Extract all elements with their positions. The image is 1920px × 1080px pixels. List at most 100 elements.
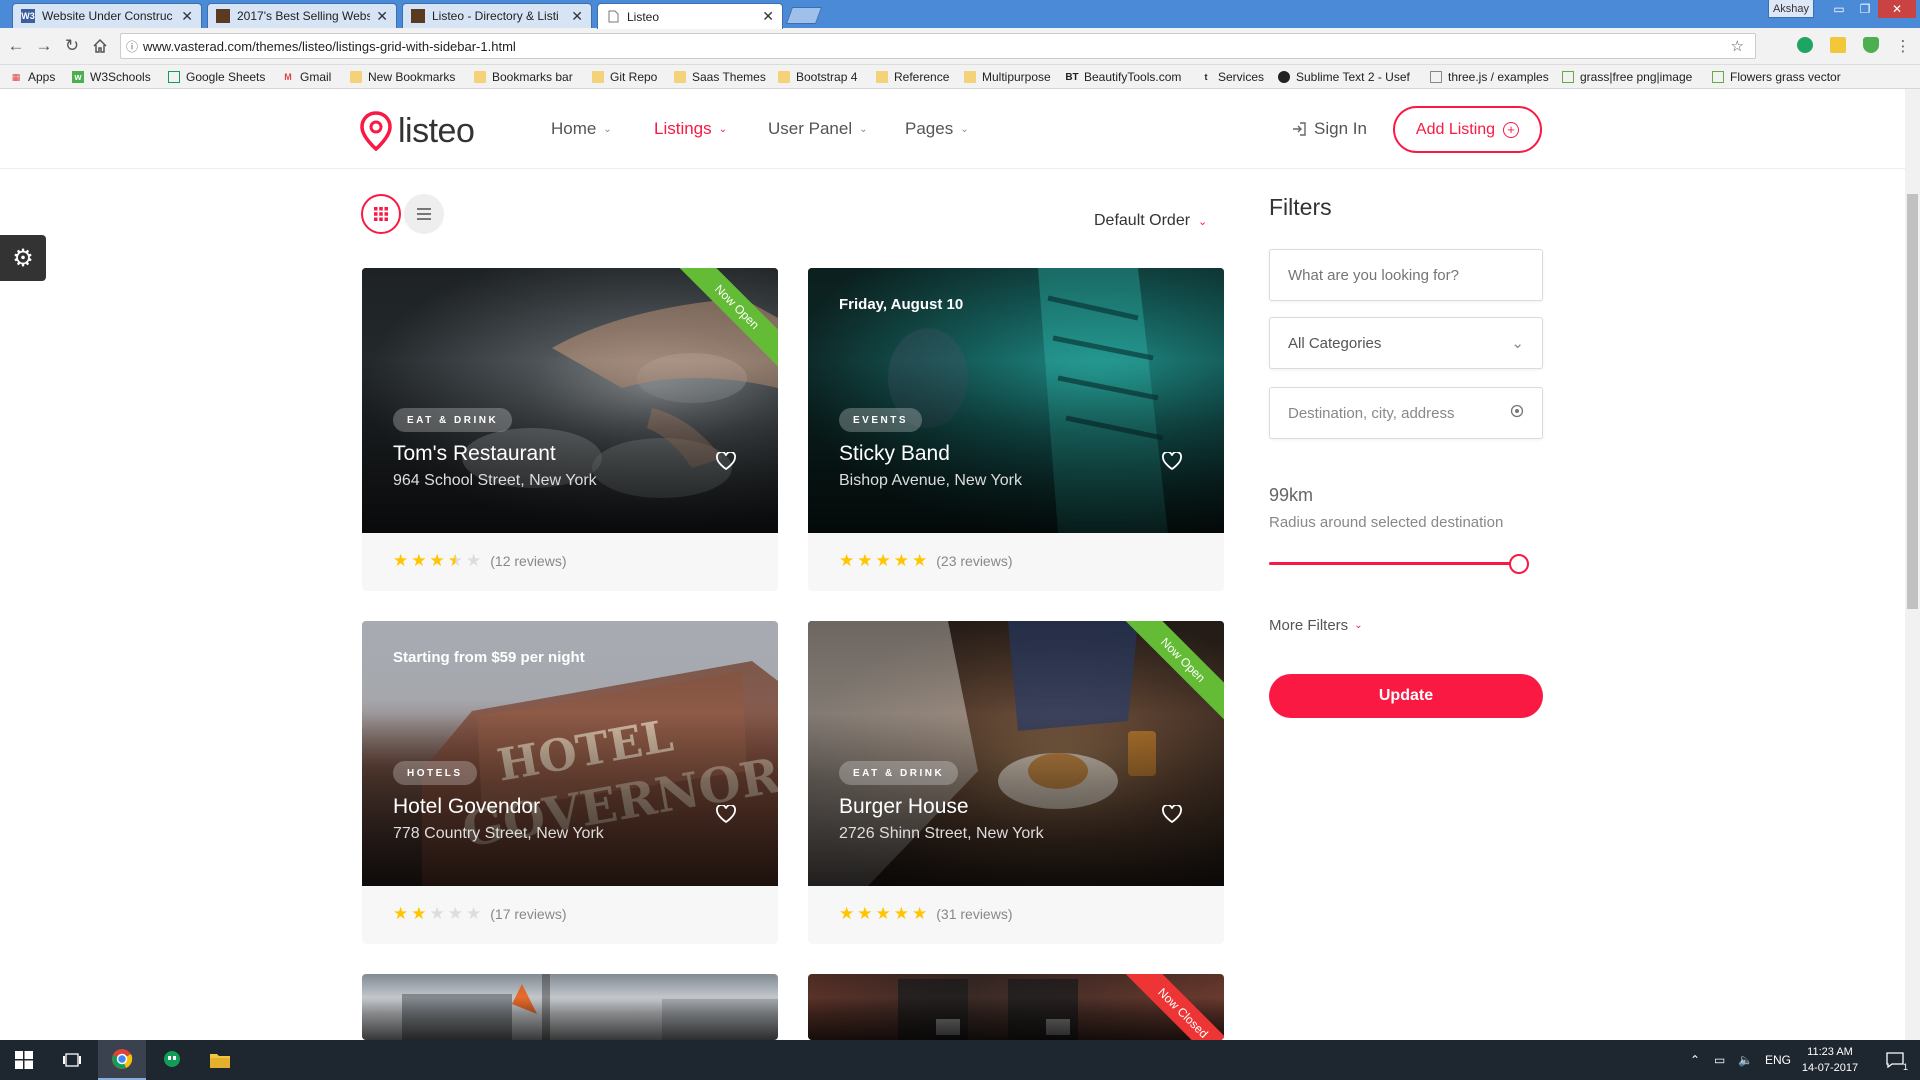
close-tab-icon[interactable]: ✕ bbox=[571, 8, 583, 25]
extension-green-icon[interactable] bbox=[1797, 37, 1813, 53]
bookmark-threejs[interactable]: three.js / examples bbox=[1430, 69, 1549, 85]
task-view-icon[interactable] bbox=[48, 1040, 96, 1080]
listing-card[interactable]: HOTEL GOVERNOR Starting from $59 per nig… bbox=[362, 621, 778, 944]
nav-user-panel[interactable]: User Panel ⌄ bbox=[768, 119, 868, 139]
window-close-icon[interactable]: ✕ bbox=[1878, 0, 1916, 18]
nav-home[interactable]: Home ⌄ bbox=[551, 119, 612, 139]
site-logo[interactable]: listeo bbox=[360, 111, 475, 151]
home-icon[interactable] bbox=[90, 36, 110, 56]
address-bar[interactable]: ⓘ www.vasterad.com/themes/listeo/listing… bbox=[120, 33, 1756, 59]
info-icon[interactable]: ⓘ bbox=[121, 38, 143, 55]
heart-icon[interactable] bbox=[1158, 800, 1186, 828]
nav-label: Pages bbox=[905, 119, 954, 138]
nav-listings[interactable]: Listings ⌄ bbox=[654, 119, 727, 139]
close-tab-icon[interactable]: ✕ bbox=[762, 8, 774, 25]
bookmark-label: Reference bbox=[894, 70, 950, 84]
bookmark-grass[interactable]: grass|free png|image bbox=[1562, 69, 1692, 85]
category-tag[interactable]: EVENTS bbox=[839, 408, 923, 432]
bookmark-beautifytools[interactable]: BT BeautifyTools.com bbox=[1065, 69, 1181, 85]
heart-icon[interactable] bbox=[1158, 447, 1186, 475]
keyword-search-input[interactable] bbox=[1269, 249, 1543, 301]
category-select[interactable]: All Categories ⌄ bbox=[1269, 317, 1543, 369]
hangouts-icon[interactable] bbox=[148, 1040, 196, 1080]
browser-tab-1[interactable]: W3 Website Under Construc ✕ bbox=[12, 3, 202, 28]
reload-icon[interactable]: ↻ bbox=[62, 36, 82, 56]
chrome-taskbar-icon[interactable] bbox=[98, 1040, 146, 1080]
close-tab-icon[interactable]: ✕ bbox=[376, 8, 388, 25]
bookmark-bookmarks-bar[interactable]: Bookmarks bar bbox=[474, 69, 573, 85]
add-listing-button[interactable]: Add Listing + bbox=[1393, 106, 1542, 153]
chrome-menu-icon[interactable]: ⋮ bbox=[1893, 36, 1913, 56]
sort-order-dropdown[interactable]: Default Order ⌄ bbox=[1094, 212, 1207, 230]
scrollbar-thumb[interactable] bbox=[1907, 194, 1918, 609]
bookmark-new-bookmarks[interactable]: New Bookmarks bbox=[350, 69, 455, 85]
network-icon[interactable]: ▭ bbox=[1714, 1040, 1725, 1080]
bookmark-reference[interactable]: Reference bbox=[876, 69, 949, 85]
listing-photo bbox=[362, 974, 778, 1040]
profile-button[interactable]: Akshay bbox=[1768, 0, 1814, 18]
action-center-icon[interactable]: 1 bbox=[1880, 1040, 1910, 1080]
minimize-icon[interactable]: ▭ bbox=[1826, 0, 1852, 18]
listing-title[interactable]: Burger House bbox=[839, 795, 969, 819]
list-view-button[interactable] bbox=[404, 194, 444, 234]
radius-slider-handle[interactable] bbox=[1509, 554, 1529, 574]
volume-icon[interactable]: 🔈 bbox=[1738, 1040, 1753, 1080]
language-indicator[interactable]: ENG bbox=[1765, 1040, 1791, 1080]
bookmark-gmail[interactable]: M Gmail bbox=[282, 69, 331, 85]
listing-title[interactable]: Tom's Restaurant bbox=[393, 442, 556, 466]
bookmark-services[interactable]: t Services bbox=[1200, 69, 1265, 85]
listing-card[interactable] bbox=[362, 974, 778, 1040]
listing-photo bbox=[362, 268, 778, 533]
category-tag[interactable]: EAT & DRINK bbox=[393, 408, 513, 432]
page-scrollbar[interactable] bbox=[1905, 89, 1920, 1040]
price-label: Starting from $59 per night bbox=[393, 649, 585, 666]
bookmark-multipurpose[interactable]: Multipurpose bbox=[964, 69, 1051, 85]
system-clock[interactable]: 11:23 AM 14-07-2017 bbox=[1795, 1044, 1865, 1076]
extension-star-icon[interactable] bbox=[1830, 37, 1846, 53]
bookmark-git-repo[interactable]: Git Repo bbox=[592, 69, 657, 85]
chevron-down-icon: ⌄ bbox=[1511, 335, 1524, 352]
file-explorer-icon[interactable] bbox=[196, 1040, 244, 1080]
browser-tab-active[interactable]: Listeo ✕ bbox=[597, 3, 783, 29]
chevron-down-icon: ⌄ bbox=[718, 123, 728, 135]
bookmark-w3schools[interactable]: w W3Schools bbox=[72, 69, 151, 85]
bookmark-star-icon[interactable]: ☆ bbox=[1731, 39, 1744, 54]
listing-card[interactable]: Now Closed bbox=[808, 974, 1224, 1040]
close-tab-icon[interactable]: ✕ bbox=[181, 8, 193, 25]
location-target-icon[interactable] bbox=[1510, 404, 1524, 422]
back-arrow-icon[interactable]: ← bbox=[6, 36, 26, 56]
restore-icon[interactable]: ❐ bbox=[1852, 0, 1878, 18]
location-input[interactable]: Destination, city, address bbox=[1269, 387, 1543, 439]
more-filters-toggle[interactable]: More Filters ⌄ bbox=[1269, 617, 1363, 634]
heart-icon[interactable] bbox=[712, 447, 740, 475]
sign-in-link[interactable]: Sign In bbox=[1291, 119, 1367, 139]
forward-arrow-icon[interactable]: → bbox=[34, 36, 54, 56]
update-button[interactable]: Update bbox=[1269, 674, 1543, 718]
grid-view-button[interactable] bbox=[361, 194, 401, 234]
extension-shield-icon[interactable] bbox=[1863, 37, 1879, 53]
listing-card[interactable]: Now Open EAT & DRINK Burger House 2726 S… bbox=[808, 621, 1224, 944]
nav-pages[interactable]: Pages ⌄ bbox=[905, 119, 969, 139]
new-tab-button[interactable] bbox=[785, 7, 823, 24]
bookmark-saas-themes[interactable]: Saas Themes bbox=[674, 69, 766, 85]
bookmark-bootstrap-4[interactable]: Bootstrap 4 bbox=[778, 69, 857, 85]
bookmark-apps[interactable]: ▦ Apps bbox=[10, 69, 56, 85]
bookmark-flowers[interactable]: Flowers grass vector bbox=[1712, 69, 1841, 85]
listing-card[interactable]: Friday, August 10 EVENTS Sticky Band Bis… bbox=[808, 268, 1224, 591]
settings-gear-icon[interactable]: ⚙ bbox=[0, 235, 46, 281]
bookmark-sublime[interactable]: Sublime Text 2 - Usef bbox=[1278, 69, 1410, 85]
listing-title[interactable]: Hotel Govendor bbox=[393, 795, 540, 819]
windows-start-icon[interactable] bbox=[0, 1040, 48, 1080]
category-tag[interactable]: HOTELS bbox=[393, 761, 477, 785]
category-tag[interactable]: EAT & DRINK bbox=[839, 761, 959, 785]
show-hidden-icons-icon[interactable]: ⌃ bbox=[1690, 1040, 1700, 1080]
bookmark-google-sheets[interactable]: Google Sheets bbox=[168, 69, 265, 85]
browser-tab-3[interactable]: Listeo - Directory & Listi ✕ bbox=[402, 3, 592, 28]
review-count: (31 reviews) bbox=[936, 905, 1013, 922]
bookmark-label: Apps bbox=[28, 70, 56, 84]
listing-card[interactable]: Now Open EAT & DRINK Tom's Restaurant 96… bbox=[362, 268, 778, 591]
radius-slider[interactable] bbox=[1269, 554, 1529, 574]
listing-title[interactable]: Sticky Band bbox=[839, 442, 950, 466]
browser-tab-2[interactable]: 2017's Best Selling Webs ✕ bbox=[207, 3, 397, 28]
heart-icon[interactable] bbox=[712, 800, 740, 828]
